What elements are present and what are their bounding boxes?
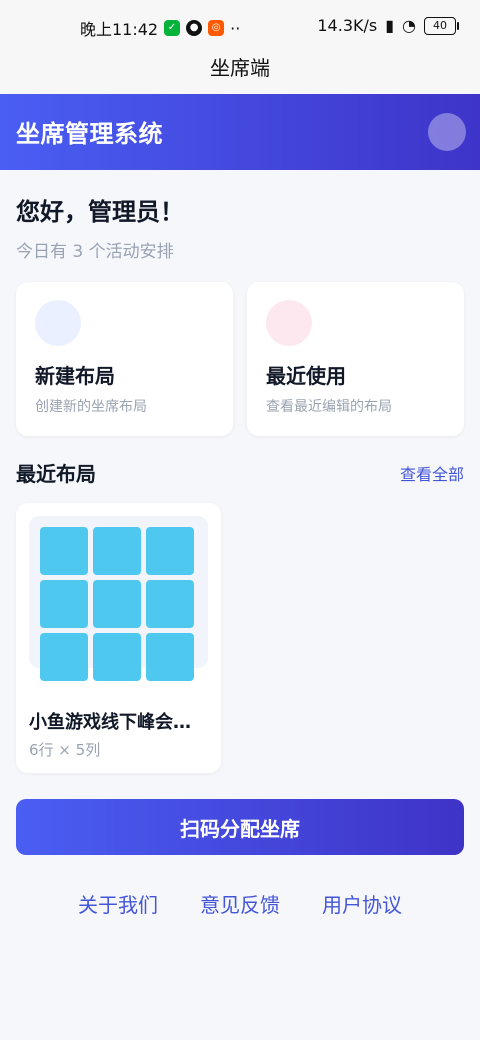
recent-layout-meta: 6行 × 5列 [29,741,101,759]
seat-cell [93,580,141,628]
new-layout-title: 新建布局 [35,364,115,388]
recent-use-desc: 查看最近编辑的布局 [266,399,392,415]
status-left: 晚上11:42 ✓ ● ◎ ·· [80,16,240,40]
status-dots: ·· [230,18,241,38]
seat-cell [40,527,88,575]
greeting-subtitle: 今日有 3 个活动安排 [16,242,174,262]
recent-section-header: 最近布局 查看全部 [16,458,464,487]
main-content: 您好，管理员！ 今日有 3 个活动安排 新建布局 创建新的坐席布局 最近使用 查… [0,170,480,918]
new-layout-card[interactable]: 新建布局 创建新的坐席布局 [16,282,233,436]
seat-cell [146,580,194,628]
wifi-icon: ◔ [402,16,416,35]
seat-grid [40,527,196,683]
qq-icon: ● [186,20,203,36]
seat-cell [93,633,141,681]
greeting-title: 您好，管理员！ [16,198,184,226]
network-speed: 14.3K/s [317,16,378,35]
status-right: 14.3K/s ▮ ◔ 40 [317,16,459,35]
agreement-link[interactable]: 用户协议 [322,889,402,918]
avatar[interactable] [428,113,466,151]
footer-links: 关于我们 意见反馈 用户协议 [16,889,464,918]
recent-use-icon [266,300,312,346]
page-title: 坐席端 [0,54,480,94]
seat-cell [146,527,194,575]
new-layout-icon [35,300,81,346]
wechat-icon: ✓ [164,20,181,36]
seat-cell [93,527,141,575]
action-cards: 新建布局 创建新的坐席布局 最近使用 查看最近编辑的布局 [16,282,464,436]
status-bar: 晚上11:42 ✓ ● ◎ ·· 14.3K/s ▮ ◔ 40 [0,0,480,54]
app-header: 坐席管理系统 [0,94,480,170]
layout-thumbnail [29,516,208,681]
shop-icon: ◎ [208,20,225,36]
recent-layout-card[interactable]: 小鱼游戏线下峰会… 6行 × 5列 [16,503,221,773]
recent-use-title: 最近使用 [266,364,346,388]
header-title: 坐席管理系统 [16,120,163,148]
feedback-link[interactable]: 意见反馈 [200,889,280,918]
seat-cell [40,580,88,628]
about-link[interactable]: 关于我们 [78,889,158,918]
signal-icon: ▮ [385,16,395,35]
seat-cell [146,633,194,681]
seat-cell [40,633,88,681]
scan-assign-seat-button[interactable]: 扫码分配坐席 [16,799,464,855]
recent-use-card[interactable]: 最近使用 查看最近编辑的布局 [247,282,464,436]
status-time: 晚上11:42 [80,20,159,39]
recent-layout-name: 小鱼游戏线下峰会… [29,712,191,733]
recent-section-title: 最近布局 [16,462,96,486]
battery-icon: 40 [424,16,459,35]
view-all-link[interactable]: 查看全部 [400,461,464,485]
battery-level: 40 [433,18,447,32]
new-layout-desc: 创建新的坐席布局 [35,399,147,415]
